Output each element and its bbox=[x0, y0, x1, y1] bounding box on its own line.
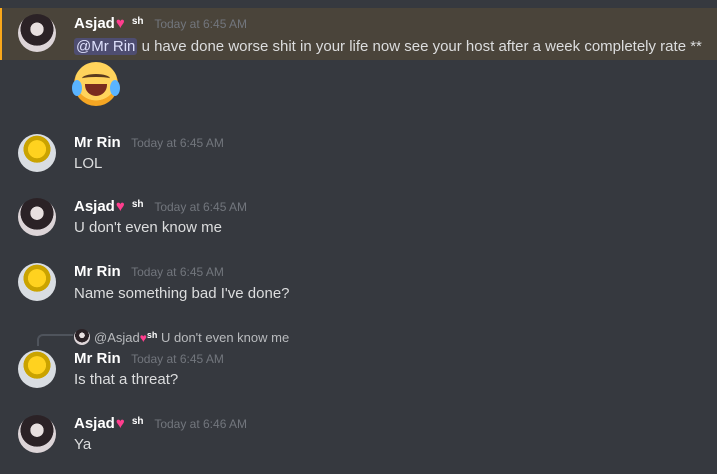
message-header: Mr Rin Today at 6:45 AM bbox=[74, 262, 224, 282]
tear-left bbox=[72, 80, 82, 96]
message-text: U don't even know me bbox=[74, 219, 222, 236]
timestamp[interactable]: Today at 6:45 AM bbox=[154, 17, 247, 31]
username[interactable]: Mr Rin bbox=[74, 263, 121, 280]
emoji-mouth bbox=[85, 84, 107, 96]
timestamp[interactable]: Today at 6:46 AM bbox=[154, 417, 247, 431]
avatar-mr-rin[interactable] bbox=[18, 350, 56, 388]
mention-highlight-bar bbox=[0, 8, 2, 60]
message-header: Asjad ♥ sh Today at 6:45 AM bbox=[74, 14, 247, 34]
timestamp[interactable]: Today at 6:45 AM bbox=[131, 136, 224, 150]
avatar-mr-rin[interactable] bbox=[18, 134, 56, 172]
joy-emoji-icon[interactable] bbox=[72, 62, 120, 106]
reply-mention[interactable]: @Asjad bbox=[94, 330, 140, 345]
reply-connector bbox=[37, 334, 73, 346]
reply-preview[interactable]: @Asjad♥sh U don't even know me bbox=[74, 326, 289, 347]
heart-icon: ♥ bbox=[115, 198, 125, 215]
emoji-eyes bbox=[82, 74, 110, 83]
avatar-asjad[interactable] bbox=[18, 198, 56, 236]
avatar-asjad[interactable] bbox=[18, 14, 56, 52]
timestamp[interactable]: Today at 6:45 AM bbox=[131, 265, 224, 279]
message-header: Asjad ♥ sh Today at 6:45 AM bbox=[74, 197, 247, 217]
heart-sh-badge: ♥ sh bbox=[115, 198, 144, 215]
username[interactable]: Mr Rin bbox=[74, 134, 121, 151]
message-text: Ya bbox=[74, 436, 92, 453]
username[interactable]: Asjad bbox=[74, 15, 115, 32]
username[interactable]: Asjad bbox=[74, 198, 115, 215]
heart-icon: ♥ bbox=[115, 415, 125, 432]
reply-avatar bbox=[74, 329, 90, 345]
message-text: Name something bad I've done? bbox=[74, 285, 290, 302]
heart-icon: ♥ bbox=[115, 15, 125, 32]
timestamp[interactable]: Today at 6:45 AM bbox=[154, 200, 247, 214]
message-header: Mr Rin Today at 6:45 AM bbox=[74, 133, 224, 153]
message-text: Is that a threat? bbox=[74, 371, 179, 388]
heart-sh-badge: ♥ sh bbox=[115, 15, 144, 32]
reply-text: U don't even know me bbox=[160, 330, 290, 345]
heart-icon: ♥ bbox=[139, 331, 147, 345]
tear-right bbox=[110, 80, 120, 96]
message-header: Mr Rin Today at 6:45 AM bbox=[74, 349, 224, 369]
message-header: Asjad ♥ sh Today at 6:46 AM bbox=[74, 414, 247, 434]
user-mention[interactable]: @Mr Rin bbox=[74, 38, 138, 55]
message-text: u have done worse shit in your life now … bbox=[141, 38, 702, 55]
message-content: @Mr Rin u have done worse shit in your l… bbox=[74, 37, 702, 57]
username[interactable]: Asjad bbox=[74, 415, 115, 432]
message-text: LOL bbox=[74, 155, 103, 172]
avatar-asjad[interactable] bbox=[18, 415, 56, 453]
timestamp[interactable]: Today at 6:45 AM bbox=[131, 352, 224, 366]
avatar-mr-rin[interactable] bbox=[18, 263, 56, 301]
username[interactable]: Mr Rin bbox=[74, 350, 121, 367]
heart-sh-badge: ♥ sh bbox=[115, 415, 144, 432]
